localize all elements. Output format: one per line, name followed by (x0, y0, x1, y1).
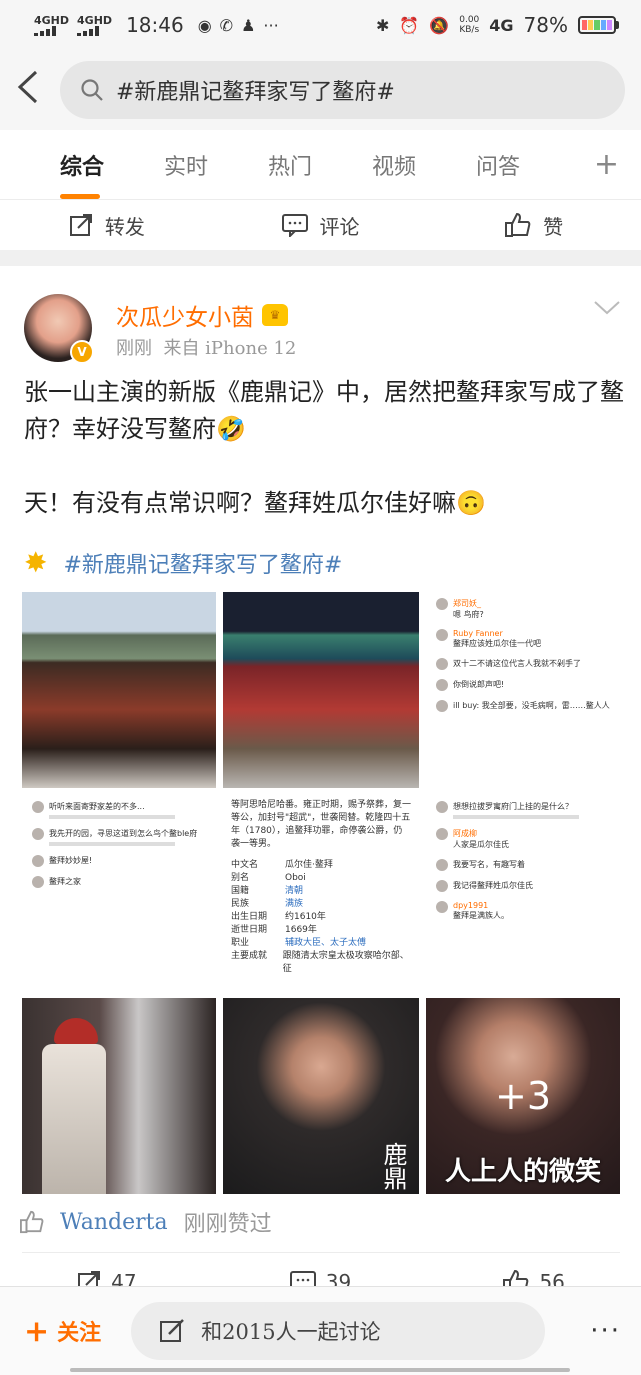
bottom-bar: + 关注 和2015人一起讨论 ··· (0, 1286, 641, 1375)
post-text-line: 张一山主演的新版《鹿鼎记》中，居然把鳌拜家写成了鳌府？幸好没写鳌府🤣 (24, 378, 624, 443)
star-icon: ✸ (24, 546, 48, 579)
plus-icon: + (24, 1313, 50, 1349)
signal-icon-sim1: 4GHD (34, 15, 69, 36)
comment-button[interactable]: 评论 (214, 211, 428, 240)
tab-qa[interactable]: 问答 (446, 149, 550, 181)
discuss-label: 和2015人一起讨论 (201, 1320, 381, 1344)
back-arrow-icon (17, 70, 38, 104)
status-bar: 4GHD 4GHD 18:46 ◉ ✆ ♟ ··· ✱ ⏰ 🔕 0.00 KB/s… (0, 0, 641, 50)
post-image-encyclopedia[interactable]: 等阿思哈尼哈番。雍正时期，赐予祭葬，复一等公，加封号"超武"，世袭罔替。乾隆四十… (223, 795, 419, 991)
post-text-line: 天！有没有点常识啊？鳌拜姓瓜尔佳好嘛🙃 (24, 489, 486, 517)
follow-label: 关注 (57, 1320, 102, 1346)
more-images-count: +3 (494, 1074, 552, 1118)
tab-video[interactable]: 视频 (342, 149, 446, 181)
username-text: 次瓜少女小茵 (116, 305, 254, 331)
edit-icon (160, 1319, 185, 1342)
comment-icon (281, 214, 308, 237)
encyclopedia-intro: 等阿思哈尼哈番。雍正时期，赐予祭葬，复一等公，加封号"超武"，世袭罔替。乾隆四十… (231, 800, 412, 849)
divider (22, 1252, 620, 1253)
phone-icon: ✆ (219, 15, 234, 35)
battery-icon (578, 16, 619, 34)
post-text-blank (24, 448, 624, 485)
network-type: 4G (489, 15, 514, 35)
post-image-comments-2[interactable]: 听听来面寄野家差的不多... 我先开的园，寻思这道到怎么鸟个鳌ble府 鳌拜妙妙… (22, 795, 216, 991)
clock: 18:46 (126, 13, 184, 37)
follow-button[interactable]: + 关注 (24, 1314, 101, 1349)
username[interactable]: 次瓜少女小茵 ♛ (116, 298, 288, 332)
notification-icon: ♟ (241, 15, 256, 35)
post-text: 张一山主演的新版《鹿鼎记》中，居然把鳌拜家写成了鳌府？幸好没写鳌府🤣 天！有没有… (24, 374, 624, 522)
post-image-comments-1[interactable]: 郑司妖_ 嗯 鸟府? Ruby Fanner 鳌拜应该姓瓜尔佳一代吧 双十二不请这位… (426, 592, 620, 788)
thumbs-up-icon (20, 1210, 44, 1234)
post-image-mansion-gate[interactable] (22, 592, 216, 788)
post-time: 刚刚 (116, 338, 152, 359)
image-grid: 郑司妖_ 嗯 鸟府? Ruby Fanner 鳌拜应该姓瓜尔佳一代吧 双十二不请这位… (22, 592, 620, 1194)
topic-text: #新鹿鼎记鳌拜家写了鳌府# (63, 552, 343, 578)
verified-badge-icon: V (70, 340, 94, 364)
post-image-official[interactable] (22, 998, 216, 1194)
app-icon: ◉ (197, 15, 212, 35)
search-icon (81, 79, 103, 101)
search-box[interactable]: #新鹿鼎记鳌拜家写了鳌府# (60, 61, 625, 119)
tab-all[interactable]: 综合 (30, 149, 134, 199)
thumbs-up-icon (505, 212, 531, 237)
tab-hot[interactable]: 热门 (238, 149, 342, 181)
more-options-button[interactable]: ··· (590, 1316, 621, 1346)
alarm-icon: ⏰ (399, 15, 420, 35)
search-tabs: 综合 实时 热门 视频 问答 + (0, 130, 641, 200)
add-tab-button[interactable]: + (594, 147, 619, 182)
back-button[interactable] (16, 69, 44, 111)
more-dots: ··· (263, 15, 279, 35)
comment-label: 评论 (319, 214, 360, 239)
image-caption: 人上人的微笑 (444, 1157, 601, 1187)
post-meta: 刚刚 来自 iPhone 12 (116, 334, 296, 360)
tab-realtime[interactable]: 实时 (134, 149, 238, 181)
weibo-post: V 次瓜少女小茵 ♛ 刚刚 来自 iPhone 12 张一山主演的新版《鹿鼎记》… (0, 266, 641, 1306)
topic-link[interactable]: ✸ #新鹿鼎记鳌拜家写了鳌府# (24, 546, 342, 579)
repost-icon (69, 214, 92, 236)
post-source: 来自 iPhone 12 (163, 338, 297, 359)
battery-percent: 78% (523, 13, 568, 37)
prev-post-actions: 转发 评论 赞 (0, 202, 641, 248)
drama-title-caption: 鹿鼎 (379, 1142, 407, 1190)
crown-badge-icon: ♛ (262, 304, 288, 326)
post-image-actor[interactable]: 鹿鼎 (223, 998, 419, 1194)
official-hat (54, 1018, 98, 1044)
like-button[interactable]: 赞 (427, 211, 641, 240)
liked-by-row[interactable]: Wanderta 刚刚赞过 (20, 1206, 272, 1238)
signal-icon-sim2: 4GHD (77, 15, 112, 36)
repost-button[interactable]: 转发 (0, 211, 214, 240)
liked-by-suffix: 刚刚赞过 (183, 1212, 272, 1237)
repost-label: 转发 (104, 214, 145, 239)
official-robe (42, 1044, 106, 1194)
divider (0, 250, 641, 266)
like-label: 赞 (543, 214, 564, 239)
home-indicator[interactable] (70, 1368, 570, 1372)
post-menu-button[interactable] (593, 300, 621, 320)
chevron-down-icon (594, 301, 620, 315)
signal-type-label: 4GHD (34, 13, 70, 27)
discuss-input[interactable]: 和2015人一起讨论 (131, 1302, 546, 1360)
signal-type-label: 4GHD (77, 13, 113, 27)
post-image-horse-carriage[interactable] (223, 592, 419, 788)
liked-by-user[interactable]: Wanderta (60, 1210, 168, 1235)
post-image-comments-3[interactable]: 想想拉拔罗寓府门上挂的是什么？ 阿成柳 人家是瓜尔佳氏 我要写名，有趣写着 我记得… (426, 795, 620, 991)
bluetooth-icon: ✱ (375, 15, 390, 35)
search-query: #新鹿鼎记鳌拜家写了鳌府# (116, 80, 395, 105)
post-image-smile[interactable]: +3 人上人的微笑 (426, 998, 620, 1194)
mute-icon: 🔕 (429, 15, 450, 35)
net-speed: 0.00 KB/s (459, 15, 480, 35)
search-header: #新鹿鼎记鳌拜家写了鳌府# (0, 50, 641, 130)
